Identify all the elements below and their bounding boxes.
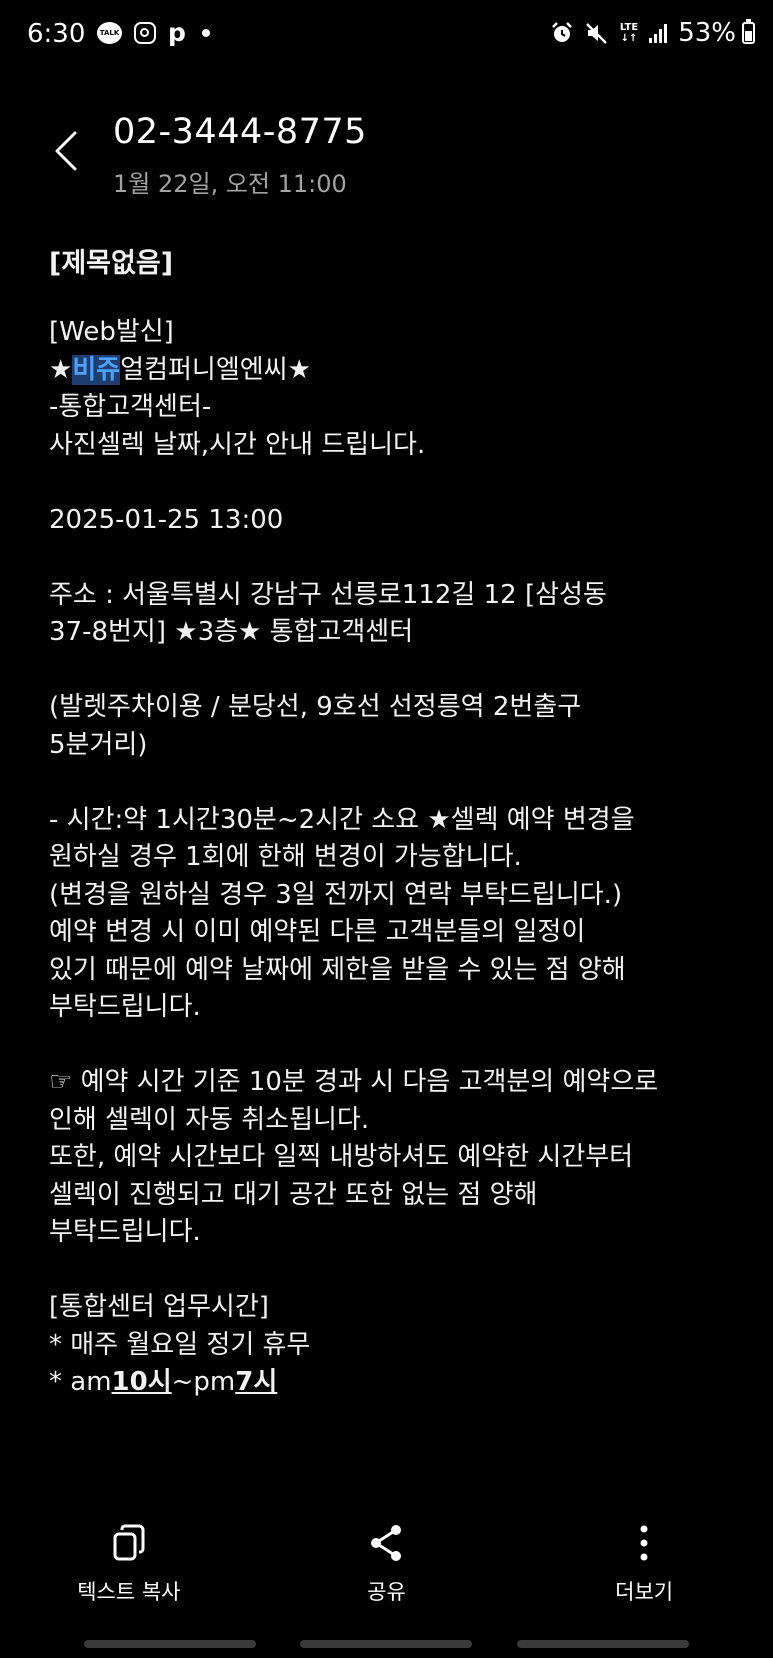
more-label: 더보기	[615, 1580, 674, 1604]
close-time-link[interactable]: 7시	[235, 1367, 277, 1397]
share-icon	[371, 1525, 402, 1561]
sent-date: 1월 22일, 오전 11:00	[113, 170, 347, 198]
message-line-company: ★비쥬얼컴퍼니엘엔씨★	[49, 352, 739, 390]
am-prefix: * am	[49, 1367, 112, 1397]
copy-text-label: 텍스트 복사	[77, 1580, 181, 1604]
message-line: (발렛주차이용 / 분당선, 9호선 선정릉역 2번출구	[49, 692, 582, 722]
message-line: 사진셀렉 날짜,시간 안내 드립니다.	[49, 429, 426, 460]
lte-icon: LTE ↓↑	[620, 22, 638, 44]
more-button[interactable]: 더보기	[544, 1520, 744, 1630]
message-line: 부탁드립니다.	[49, 1217, 201, 1247]
copy-icon	[113, 1524, 145, 1561]
screen: 6:30 TALK p LTE ↓↑ 53% 02-3444-8775 1월 2…	[0, 0, 773, 1658]
message-line: -통합고객센터-	[49, 392, 212, 422]
instagram-icon	[134, 22, 156, 44]
star-prefix: ★	[49, 354, 73, 385]
data-arrows-icon: ↓↑	[620, 33, 638, 44]
copy-text-button[interactable]: 텍스트 복사	[29, 1520, 229, 1630]
pm-prefix: ~pm	[171, 1367, 236, 1397]
chevron-left-icon	[55, 131, 77, 171]
message-line: 셀렉이 진행되고 대기 공간 또한 없는 점 양해	[49, 1179, 538, 1210]
alarm-icon	[551, 22, 572, 42]
message-line: [통합센터 업무시간]	[49, 1292, 269, 1322]
bottom-action-bar: 텍스트 복사 공유 더보기	[0, 1520, 773, 1630]
message-line: 인해 셀렉이 자동 취소됩니다.	[49, 1104, 370, 1135]
message-header: 02-3444-8775 1월 22일, 오전 11:00	[0, 108, 773, 204]
open-time-link[interactable]: 10시	[112, 1367, 172, 1397]
message-line: ☞ 예약 시간 기준 10분 경과 시 다음 고객분의 예약으로	[49, 1067, 659, 1097]
address-line[interactable]: 주소 : 서울특별시 강남구 선릉로112길 12 [삼성동	[49, 577, 739, 615]
dot-icon	[201, 29, 210, 37]
message-line: - 시간:약 1시간30분~2시간 소요 ★셀렉 예약 변경을	[49, 804, 635, 835]
share-label: 공유	[367, 1580, 406, 1604]
message-line: * 매주 월요일 정기 휴무	[49, 1329, 311, 1360]
message-line: 있기 때문에 예약 날짜에 제한을 받을 수 있는 점 양해	[49, 954, 626, 985]
notification-icons: TALK p	[97, 18, 210, 47]
signal-icon	[649, 23, 668, 43]
message-line: 또한, 예약 시간보다 일찍 내방하셔도 예약한 시간부터	[49, 1142, 634, 1172]
more-vertical-icon	[640, 1525, 648, 1561]
message-line: 예약 변경 시 이미 예약된 다른 고객분들의 일정이	[49, 917, 586, 947]
message-line: [Web발신]	[49, 317, 174, 347]
share-button[interactable]: 공유	[286, 1520, 486, 1630]
talk-icon: TALK	[97, 22, 122, 44]
mute-icon	[585, 23, 607, 44]
battery-percent: 53%	[678, 18, 736, 48]
status-bar: 6:30 TALK p LTE ↓↑ 53%	[0, 0, 773, 68]
message-subject: [제목없음]	[49, 248, 174, 279]
message-line: 부탁드립니다.	[49, 992, 201, 1022]
address-line[interactable]: 37-8번지] ★3층★ 통합고객센터	[49, 614, 739, 652]
sender-number: 02-3444-8775	[113, 112, 367, 152]
message-line: 원하실 경우 1회에 한해 변경이 가능합니다.	[49, 842, 522, 872]
business-hours-line: * am10시~pm7시	[49, 1364, 739, 1402]
lte-label: LTE	[619, 22, 639, 33]
gesture-bar	[0, 1640, 773, 1648]
back-button[interactable]	[46, 126, 86, 176]
status-time: 6:30	[27, 19, 86, 49]
selected-text[interactable]: 비쥬	[72, 354, 121, 385]
message-line: 5분거리)	[49, 729, 148, 760]
appointment-datetime: 2025-01-25 13:00	[49, 504, 284, 535]
system-icons: LTE ↓↑ 53%	[550, 18, 755, 48]
p-icon: p	[168, 18, 186, 47]
message-line: (변경을 원하실 경우 3일 전까지 연락 부탁드립니다.)	[49, 879, 623, 910]
company-name-rest: 얼컴퍼니엘엔씨★	[120, 354, 311, 385]
message-body[interactable]: [제목없음] [Web발신] ★비쥬얼컴퍼니엘엔씨★ -통합고객센터- 사진셀렉…	[49, 245, 739, 1402]
battery-icon	[742, 19, 755, 44]
